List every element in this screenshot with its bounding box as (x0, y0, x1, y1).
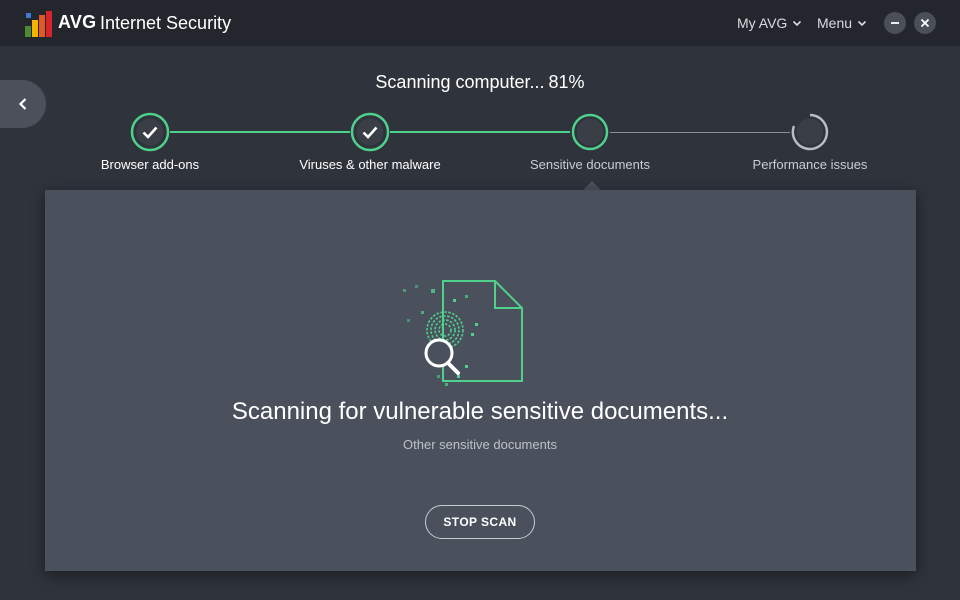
chevron-down-icon (793, 20, 802, 27)
step-label-sensitive-documents: Sensitive documents (530, 157, 650, 172)
stop-scan-button[interactable]: STOP SCAN (425, 505, 535, 539)
scan-progress-percent: 81% (548, 72, 585, 92)
close-icon (920, 18, 930, 28)
step-sensitive-documents-status (571, 113, 609, 151)
scan-progress-title: Scanning computer... 81% (0, 72, 960, 93)
step-label-viruses: Viruses & other malware (299, 157, 441, 172)
step-label-browser-addons: Browser add-ons (100, 157, 200, 172)
close-button[interactable] (914, 12, 936, 34)
menu-label: Menu (817, 15, 853, 31)
minimize-button[interactable] (884, 12, 906, 34)
scan-status-detail: Other sensitive documents (403, 437, 557, 452)
step-label-performance: Performance issues (752, 157, 868, 172)
chevron-left-icon (18, 98, 27, 110)
scan-title-text: Scanning computer... (375, 72, 545, 92)
my-avg-label: My AVG (737, 15, 788, 31)
step-connector-pending (610, 132, 790, 133)
app-brand: AVG (58, 12, 97, 32)
app-product-name: Internet Security (100, 13, 232, 33)
chevron-down-icon (857, 20, 867, 27)
document-fingerprint-magnifier-icon (403, 280, 523, 386)
step-browser-addons-status (130, 112, 170, 152)
step-performance-status (791, 113, 829, 151)
scan-status-message: Scanning for vulnerable sensitive docume… (231, 398, 729, 425)
panel-pointer (583, 181, 601, 190)
step-connector-done (390, 131, 570, 133)
main-menu[interactable]: Menu (817, 15, 867, 31)
my-avg-menu[interactable]: My AVG (737, 15, 802, 31)
avg-logo-icon (25, 11, 52, 37)
step-connector-done (170, 131, 350, 133)
step-viruses-status (350, 112, 390, 152)
title-bar: AVG Internet Security My AVG Menu (0, 0, 960, 46)
minimize-icon (891, 22, 899, 24)
